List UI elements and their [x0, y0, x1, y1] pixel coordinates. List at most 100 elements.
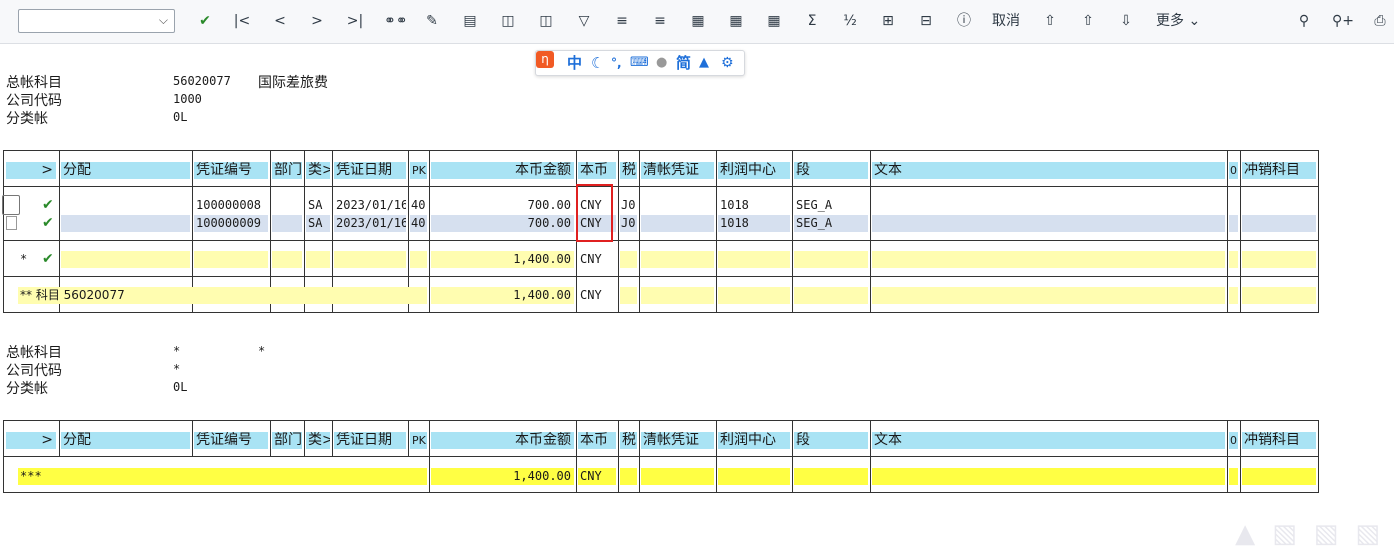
first-page-icon[interactable]: |<: [232, 10, 252, 32]
sum-icon[interactable]: Σ: [802, 10, 822, 32]
col-doc-date[interactable]: 凭证日期: [334, 432, 406, 449]
sort-descending-icon[interactable]: ≡: [650, 10, 670, 32]
subtotal-amount: 1,400.00: [431, 251, 574, 268]
layout-icon[interactable]: ▤: [460, 10, 480, 32]
cell-clearing-doc: [641, 287, 714, 304]
sort-ascending-icon[interactable]: ≡: [612, 10, 632, 32]
col-offset-account[interactable]: 冲销科目: [1242, 162, 1316, 179]
col-text[interactable]: 文本: [872, 162, 1225, 179]
change-layout-icon[interactable]: ▦: [726, 10, 746, 32]
layout-select[interactable]: ⌵: [18, 9, 175, 33]
col-amount[interactable]: 本币金额: [431, 162, 574, 179]
col-clearing-doc[interactable]: 清帐凭证: [641, 432, 714, 449]
table-row[interactable]: ✔ 100000009 SA 2023/01/16 40 700.00 CNY …: [4, 215, 1318, 232]
col-text[interactable]: 文本: [872, 432, 1225, 449]
col-segment[interactable]: 段: [794, 162, 868, 179]
cell-assignment: [61, 215, 190, 232]
check-icon: ✔: [42, 197, 54, 213]
col-doc-date[interactable]: 凭证日期: [334, 162, 406, 179]
cell-offset-account: [1242, 287, 1316, 304]
cancel-button[interactable]: 取消: [992, 10, 1020, 32]
grand-total-label: ***: [18, 468, 427, 485]
cell-tax: [620, 251, 637, 268]
ime-simplified-mode[interactable]: 简: [676, 54, 691, 72]
ime-logo-icon: η: [536, 51, 554, 68]
ime-chinese-mode[interactable]: 中: [567, 54, 582, 72]
cell-doc-date: 2023/01/16: [334, 215, 406, 232]
row-selector[interactable]: [2, 195, 20, 215]
gl-account-value: 56020077: [173, 74, 231, 88]
last-page-icon[interactable]: >|: [345, 10, 365, 32]
subtotal-icon[interactable]: ½: [840, 10, 860, 32]
row-selector[interactable]: [6, 216, 17, 230]
col-clearing-doc[interactable]: 清帐凭证: [641, 162, 714, 179]
cell-doc-date: [334, 251, 406, 268]
col-dept[interactable]: 部门: [272, 162, 302, 179]
info-icon[interactable]: ⓘ: [954, 10, 974, 32]
document-settings-icon[interactable]: ◫: [536, 10, 556, 32]
account-total-amount: 1,400.00: [431, 287, 574, 304]
gear-icon[interactable]: ⚙: [721, 54, 734, 72]
table-icon[interactable]: ▦: [688, 10, 708, 32]
col-type[interactable]: 类>: [306, 162, 330, 179]
col-currency[interactable]: 本币: [578, 162, 616, 179]
cell-tax: J0: [621, 198, 636, 212]
collapse-icon[interactable]: ⊟: [916, 10, 936, 32]
punctuation-icon[interactable]: °,: [611, 54, 622, 72]
download-icon[interactable]: ⇩: [1116, 10, 1136, 32]
col-dept[interactable]: 部门: [272, 432, 302, 449]
expand-columns-button[interactable]: >: [6, 162, 56, 179]
shirt-icon[interactable]: ▲: [699, 54, 709, 72]
select-layout-icon[interactable]: ▦: [764, 10, 784, 32]
gl-account-label: 总帐科目: [6, 345, 62, 361]
chevron-down-icon: ⌵: [158, 13, 168, 27]
col-assignment[interactable]: 分配: [61, 162, 190, 179]
pencil-icon[interactable]: ✎: [422, 10, 442, 32]
col-profit-center[interactable]: 利润中心: [718, 162, 790, 179]
check-icon[interactable]: ✔: [195, 10, 215, 32]
col-segment[interactable]: 段: [794, 432, 868, 449]
filter-icon[interactable]: ▽: [574, 10, 594, 32]
col-o[interactable]: 0: [1229, 162, 1238, 179]
expand-columns-button[interactable]: >: [6, 432, 56, 449]
moon-icon[interactable]: ☾: [591, 54, 604, 72]
ledger-label: 分类帐: [6, 381, 48, 397]
col-doc-no[interactable]: 凭证编号: [194, 162, 268, 179]
expand-icon[interactable]: ⊞: [878, 10, 898, 32]
keyboard-icon[interactable]: ⌨: [630, 54, 649, 72]
user-icon[interactable]: ●: [656, 54, 667, 72]
col-profit-center[interactable]: 利润中心: [718, 432, 790, 449]
export-icon[interactable]: ⇧: [1040, 10, 1060, 32]
account-total-row: ** 科目 56020077 1,400.00 CNY: [4, 287, 1318, 304]
cell-offset-account: [1242, 251, 1316, 268]
upload-icon[interactable]: ⇧: [1078, 10, 1098, 32]
cell-text: [872, 468, 1225, 485]
cell-doc-no[interactable]: 100000009: [194, 215, 268, 232]
col-doc-no[interactable]: 凭证编号: [194, 432, 268, 449]
col-assignment[interactable]: 分配: [61, 432, 190, 449]
col-o[interactable]: 0: [1229, 432, 1238, 449]
grand-total-amount: 1,400.00: [431, 468, 574, 485]
search-icon[interactable]: ⚲: [1294, 10, 1314, 32]
previous-page-icon[interactable]: <: [270, 10, 290, 32]
col-pk[interactable]: PK: [410, 162, 427, 179]
col-pk[interactable]: PK: [410, 432, 427, 449]
more-button[interactable]: 更多 ⌄: [1156, 10, 1200, 32]
col-amount[interactable]: 本币金额: [431, 432, 574, 449]
col-offset-account[interactable]: 冲销科目: [1242, 432, 1316, 449]
document-icon[interactable]: ◫: [498, 10, 518, 32]
col-currency[interactable]: 本币: [578, 432, 616, 449]
next-page-icon[interactable]: >: [307, 10, 327, 32]
cell-profit-center: [718, 287, 790, 304]
col-tax[interactable]: 税: [620, 432, 637, 449]
col-type[interactable]: 类>: [306, 432, 330, 449]
cell-clearing-doc: [641, 468, 714, 485]
cell-offset-account: [1242, 215, 1316, 232]
cell-doc-no[interactable]: 100000008: [194, 197, 268, 214]
account-total-currency: CNY: [580, 288, 602, 302]
table-row[interactable]: ✔ 100000008 SA 2023/01/16 40 700.00 CNY …: [2, 195, 1318, 215]
binoculars-icon[interactable]: ⚭⚭: [384, 10, 407, 32]
print-icon[interactable]: ⎙: [1370, 10, 1390, 32]
col-tax[interactable]: 税: [620, 162, 637, 179]
search-plus-icon[interactable]: ⚲+: [1332, 10, 1354, 32]
